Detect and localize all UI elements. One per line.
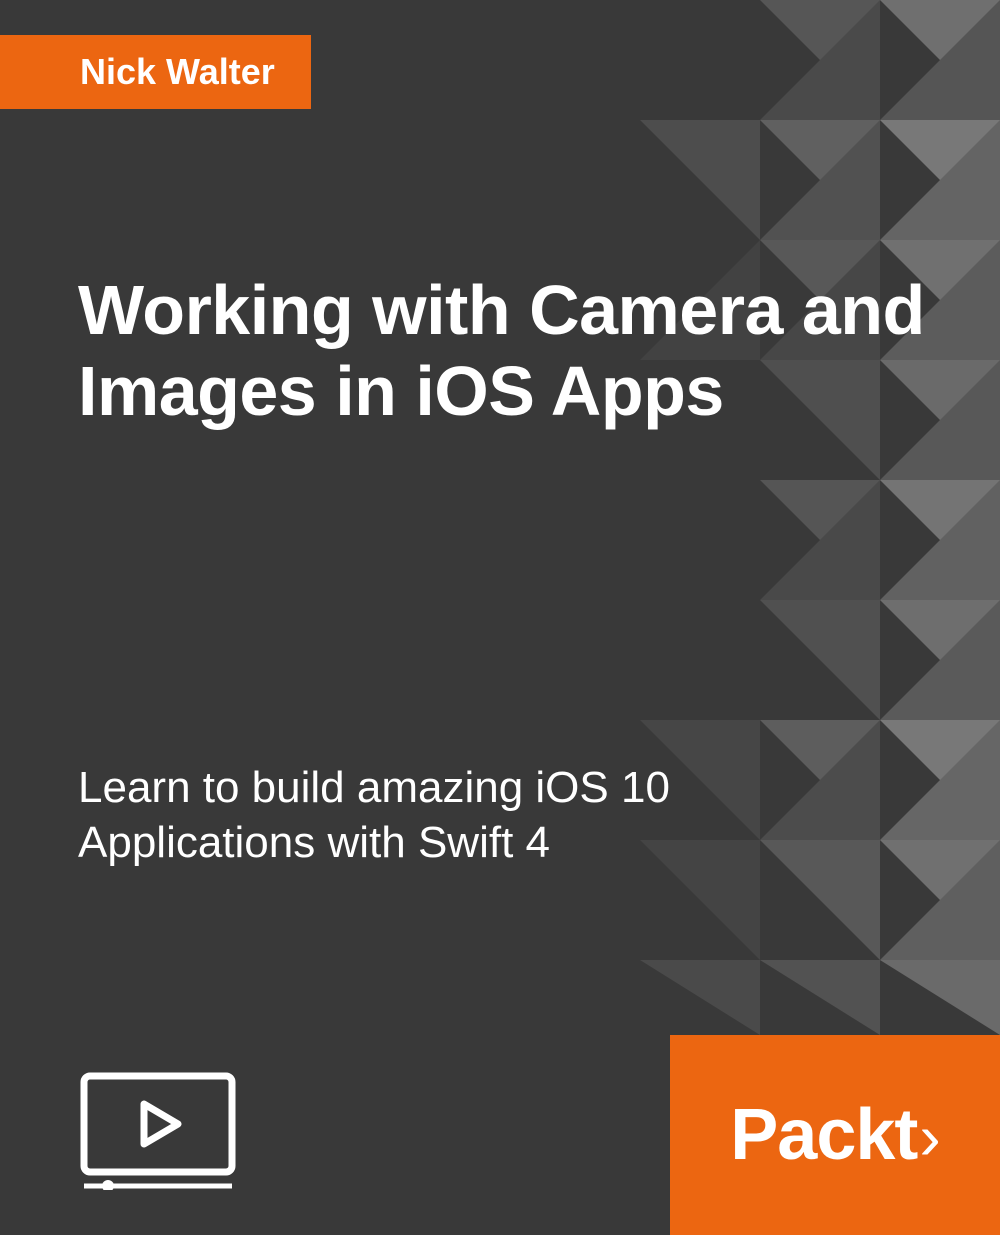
author-name: Nick Walter [80, 51, 275, 92]
publisher-badge: Packt › [670, 1035, 1000, 1235]
course-cover: Nick Walter Working with Camera and Imag… [0, 0, 1000, 1235]
course-subtitle: Learn to build amazing iOS 10 Applicatio… [78, 760, 800, 870]
author-badge: Nick Walter [0, 35, 311, 109]
video-play-icon [78, 1070, 238, 1190]
publisher-logo: Packt › [730, 1094, 939, 1176]
course-title: Working with Camera and Images in iOS Ap… [78, 270, 940, 431]
chevron-right-icon: › [919, 1100, 939, 1174]
publisher-name: Packt [730, 1094, 917, 1176]
